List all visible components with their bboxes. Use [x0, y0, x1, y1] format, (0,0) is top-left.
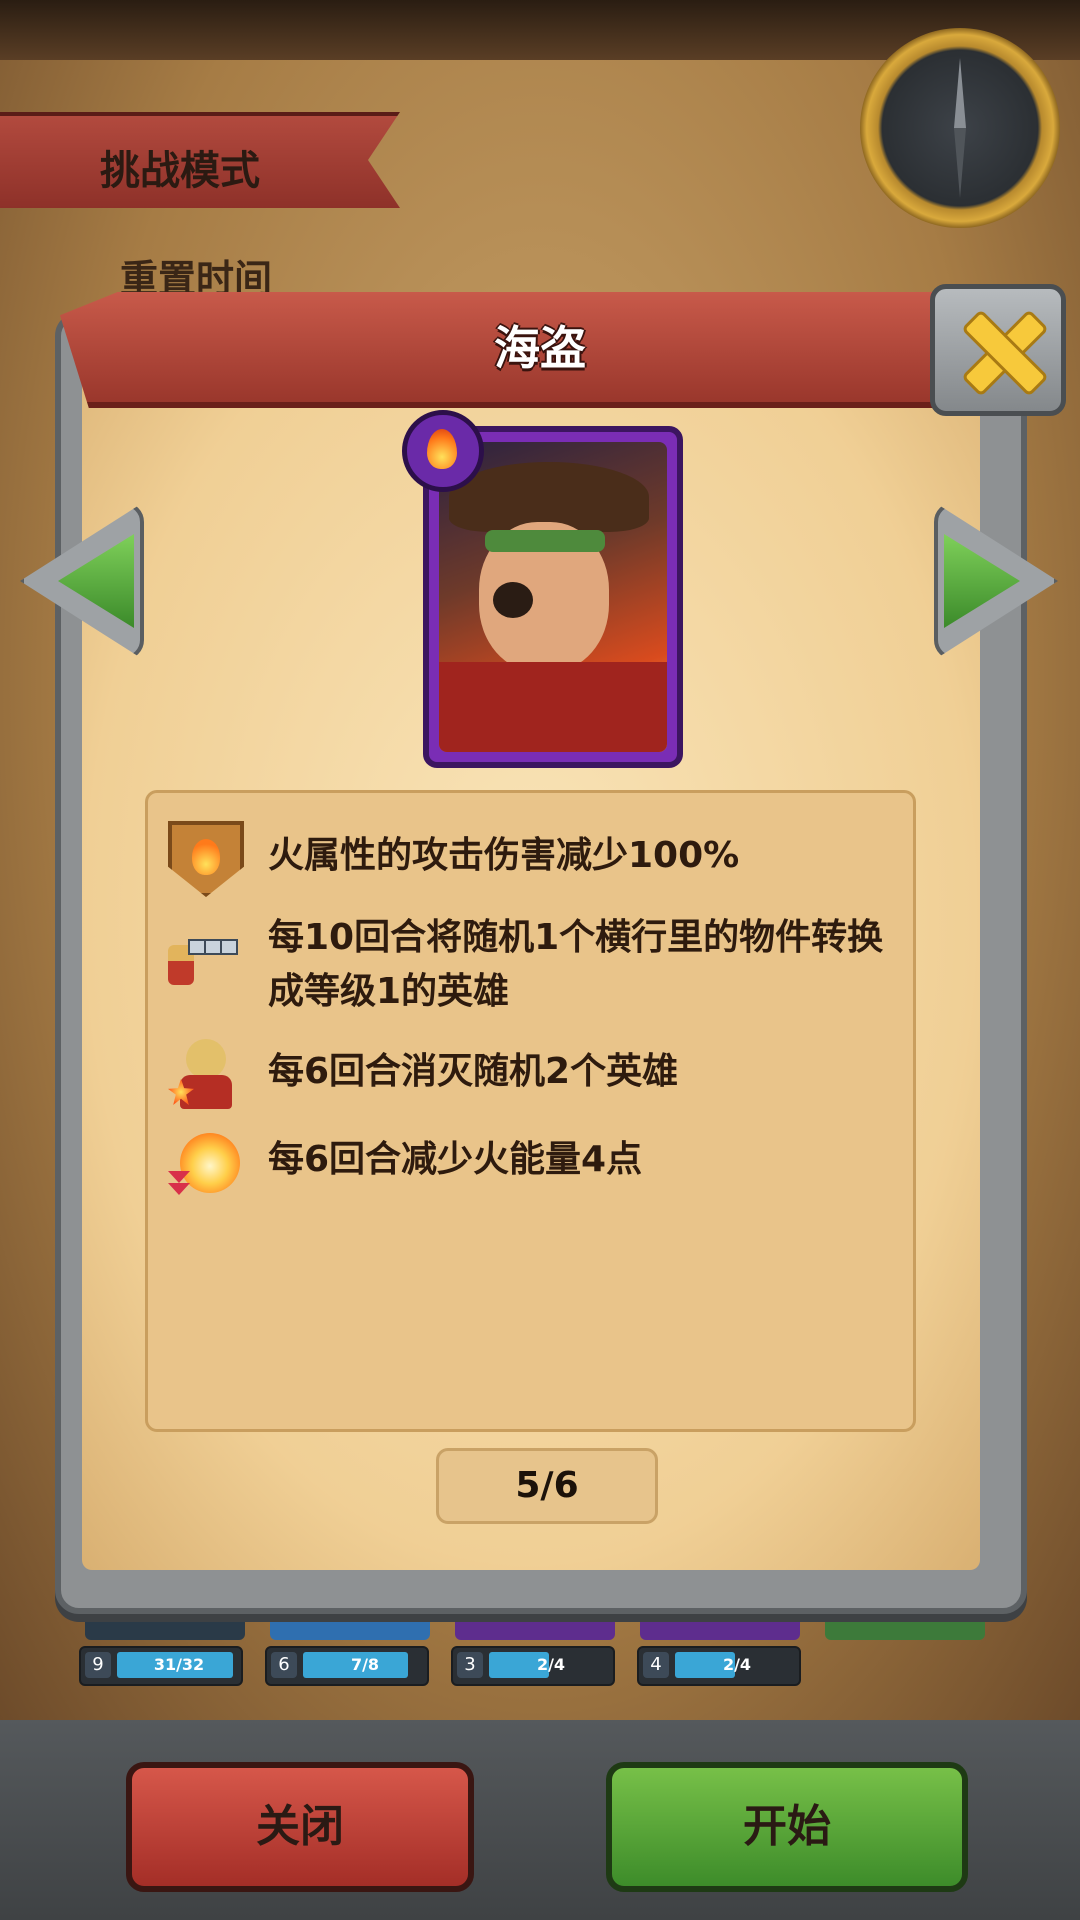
effect-text: 每10回合将随机1个横行里的物件转换成等级1的英雄 [268, 917, 884, 1012]
fire-element-badge [402, 410, 484, 492]
mode-title: 挑战模式 [100, 148, 260, 194]
start-button[interactable]: 开始 [606, 1762, 968, 1892]
hero-level: 4 [643, 1652, 669, 1678]
hero-count: 7/8 [350, 1655, 380, 1674]
hero-count: 2/4 [722, 1655, 752, 1674]
fire-icon [427, 429, 457, 469]
fire-energy-down-icon [168, 1127, 240, 1195]
hero-strip: 9 31/32 6 7/8 3 2/4 4 2/4 [75, 1602, 995, 1686]
modal-title: 海盗 [494, 321, 586, 375]
fire-shield-icon [168, 821, 244, 897]
compass-icon [860, 28, 1060, 228]
hero-level: 3 [457, 1652, 483, 1678]
hero-progress: 4 2/4 [637, 1646, 801, 1686]
hero-progress: 9 31/32 [79, 1646, 243, 1686]
pirate-portrait [439, 442, 667, 752]
mode-banner: 挑战模式 [0, 112, 400, 208]
hero-level: 6 [271, 1652, 297, 1678]
hero-count: 2/4 [536, 1655, 566, 1674]
page-indicator: 5/6 [436, 1448, 658, 1524]
effects-panel: 火属性的攻击伤害减少100% 每10回合将随机1个横行里的物件转换成等级1的英雄… [145, 790, 916, 1432]
row-transform-icon [168, 931, 238, 999]
title-ribbon: 海盗 [60, 292, 1020, 408]
close-button[interactable]: 关闭 [126, 1762, 474, 1892]
effect-text: 每6回合消灭随机2个英雄 [268, 1051, 679, 1092]
effect-text: 火属性的攻击伤害减少100% [268, 835, 740, 876]
close-x-button[interactable] [930, 284, 1066, 416]
hero-level: 9 [85, 1652, 111, 1678]
hero-progress: 6 7/8 [265, 1646, 429, 1686]
hero-count: 31/32 [153, 1655, 205, 1674]
effect-text: 每6回合减少火能量4点 [268, 1139, 643, 1180]
hero-progress: 3 2/4 [451, 1646, 615, 1686]
hero-destroy-icon [168, 1039, 236, 1109]
